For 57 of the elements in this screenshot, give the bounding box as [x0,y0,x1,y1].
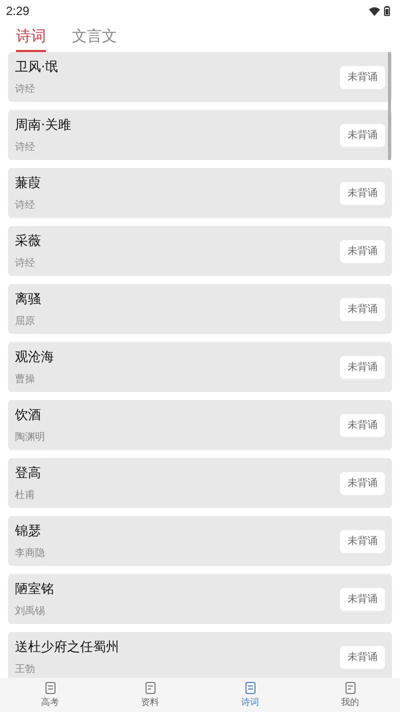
scrollbar[interactable] [388,52,391,160]
recite-status-button[interactable]: 未背诵 [340,240,385,262]
poem-title: 送杜少府之任蜀州 [15,639,119,656]
poem-author: 陶渊明 [15,430,45,444]
poem-author: 屈原 [15,315,36,328]
recite-status-button[interactable]: 未背诵 [340,530,385,552]
nav-item[interactable]: 高考 [0,678,100,712]
recite-status-button[interactable]: 未背诵 [340,124,385,146]
poem-author: 诗经 [15,82,36,96]
poem-title: 锦瑟 [15,523,42,540]
poem-title: 卫风·氓 [15,59,58,76]
poem-author: 杜甫 [15,488,36,502]
recite-status-button[interactable]: 未背诵 [340,356,385,378]
recite-status-button[interactable]: 未背诵 [340,588,385,610]
wifi-icon [369,6,380,16]
poem-card[interactable]: 送杜少府之任蜀州 王勃 未背诵 [8,632,392,678]
poem-title: 周南·关雎 [15,117,72,134]
tab[interactable]: 文言文 [72,22,117,52]
poem-author: 曹操 [15,372,36,386]
poem-card[interactable]: 登高 杜甫 未背诵 [8,458,392,508]
recite-status-button[interactable]: 未背诵 [340,182,385,204]
nav-item[interactable]: 诗词 [200,678,300,712]
poem-author: 王勃 [15,663,36,676]
poem-title: 离骚 [15,291,41,308]
document-icon [244,682,256,694]
poem-author: 诗经 [15,140,36,154]
battery-icon [384,6,390,16]
poem-title: 采薇 [15,233,41,250]
poem-title: 登高 [15,465,41,482]
poem-card[interactable]: 观沧海 曹操 未背诵 [8,342,392,392]
poem-title: 观沧海 [15,349,54,366]
document-icon [344,682,356,694]
poem-author: 李商隐 [15,546,45,560]
poem-card[interactable]: 陋室铭 刘禹锡 未背诵 [8,574,392,624]
poem-card[interactable]: 饮酒 陶渊明 未背诵 [8,400,392,450]
poem-author: 诗经 [15,256,36,270]
poem-title: 蒹葭 [15,175,41,192]
nav-item[interactable]: 我的 [300,678,400,712]
recite-status-button[interactable]: 未背诵 [340,66,385,88]
nav-item[interactable]: 资料 [100,678,200,712]
document-icon [144,682,156,694]
poem-author: 刘禹锡 [15,604,46,618]
poem-card[interactable]: 蒹葭 诗经 未背诵 [8,168,392,218]
status-time: 2:29 [6,4,30,18]
poem-author: 诗经 [15,198,36,212]
poem-title: 陋室铭 [15,581,54,598]
poem-card[interactable]: 周南·关雎 诗经 未背诵 [8,110,392,160]
recite-status-button[interactable]: 未背诵 [340,472,385,494]
poem-card[interactable]: 离骚 屈原 未背诵 [8,284,392,334]
document-icon [44,682,56,694]
recite-status-button[interactable]: 未背诵 [340,298,385,320]
poem-card[interactable]: 采薇 诗经 未背诵 [8,226,392,276]
poem-title: 饮酒 [15,407,42,424]
recite-status-button[interactable]: 未背诵 [340,414,385,436]
poem-card[interactable]: 卫风·氓 诗经 未背诵 [8,52,392,102]
recite-status-button[interactable]: 未背诵 [340,646,385,668]
poem-card[interactable]: 锦瑟 李商隐 未背诵 [8,516,392,566]
